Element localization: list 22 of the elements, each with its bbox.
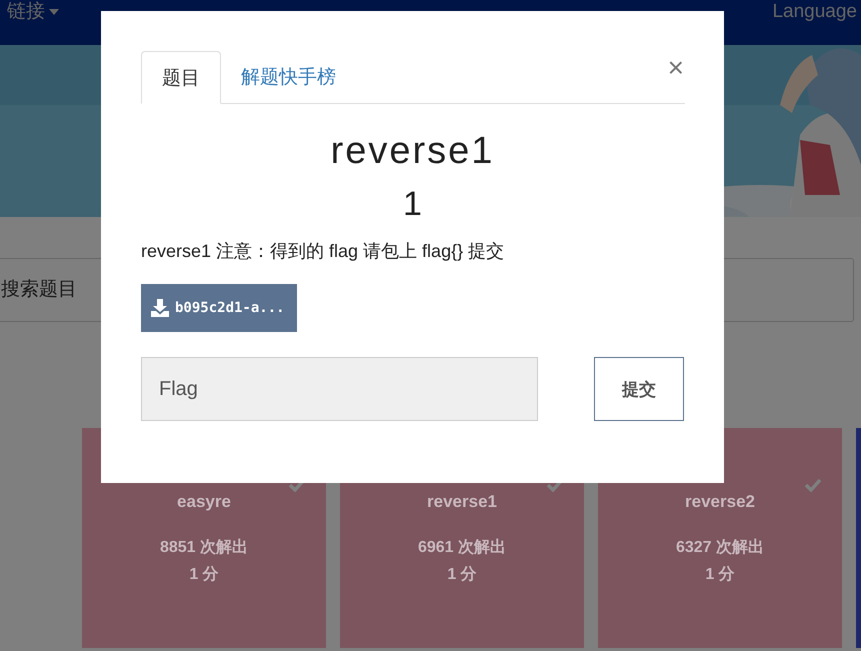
close-button[interactable]: ×	[668, 54, 684, 82]
challenge-name: reverse1	[427, 492, 497, 512]
challenge-name: reverse2	[685, 492, 755, 512]
tab[interactable]: 解题快手榜	[221, 51, 356, 103]
challenge-description: reverse1 注意：得到的 flag 请包上 flag{} 提交	[141, 240, 506, 263]
check-icon	[804, 478, 822, 492]
points: 1 分	[189, 564, 219, 585]
flag-field[interactable]: Flag	[141, 357, 538, 421]
challenge-name: easyre	[177, 492, 231, 512]
solve-count: 6327 次解出	[676, 538, 764, 558]
challenge-title: reverse1	[330, 129, 496, 174]
tab[interactable]: 题目	[141, 51, 221, 104]
challenge-points: 1	[402, 184, 423, 225]
points: 1 分	[447, 564, 477, 585]
download-icon	[151, 299, 169, 317]
solve-count: 6961 次解出	[418, 538, 506, 558]
download-button[interactable]: b095c2d1-a...	[141, 284, 297, 332]
language-menu[interactable]: Language	[772, 0, 861, 24]
points: 1 分	[705, 564, 735, 585]
solve-count: 8851 次解出	[160, 538, 248, 558]
submit-button[interactable]: 提交	[594, 357, 684, 421]
nav-link[interactable]: 链接	[7, 0, 59, 24]
